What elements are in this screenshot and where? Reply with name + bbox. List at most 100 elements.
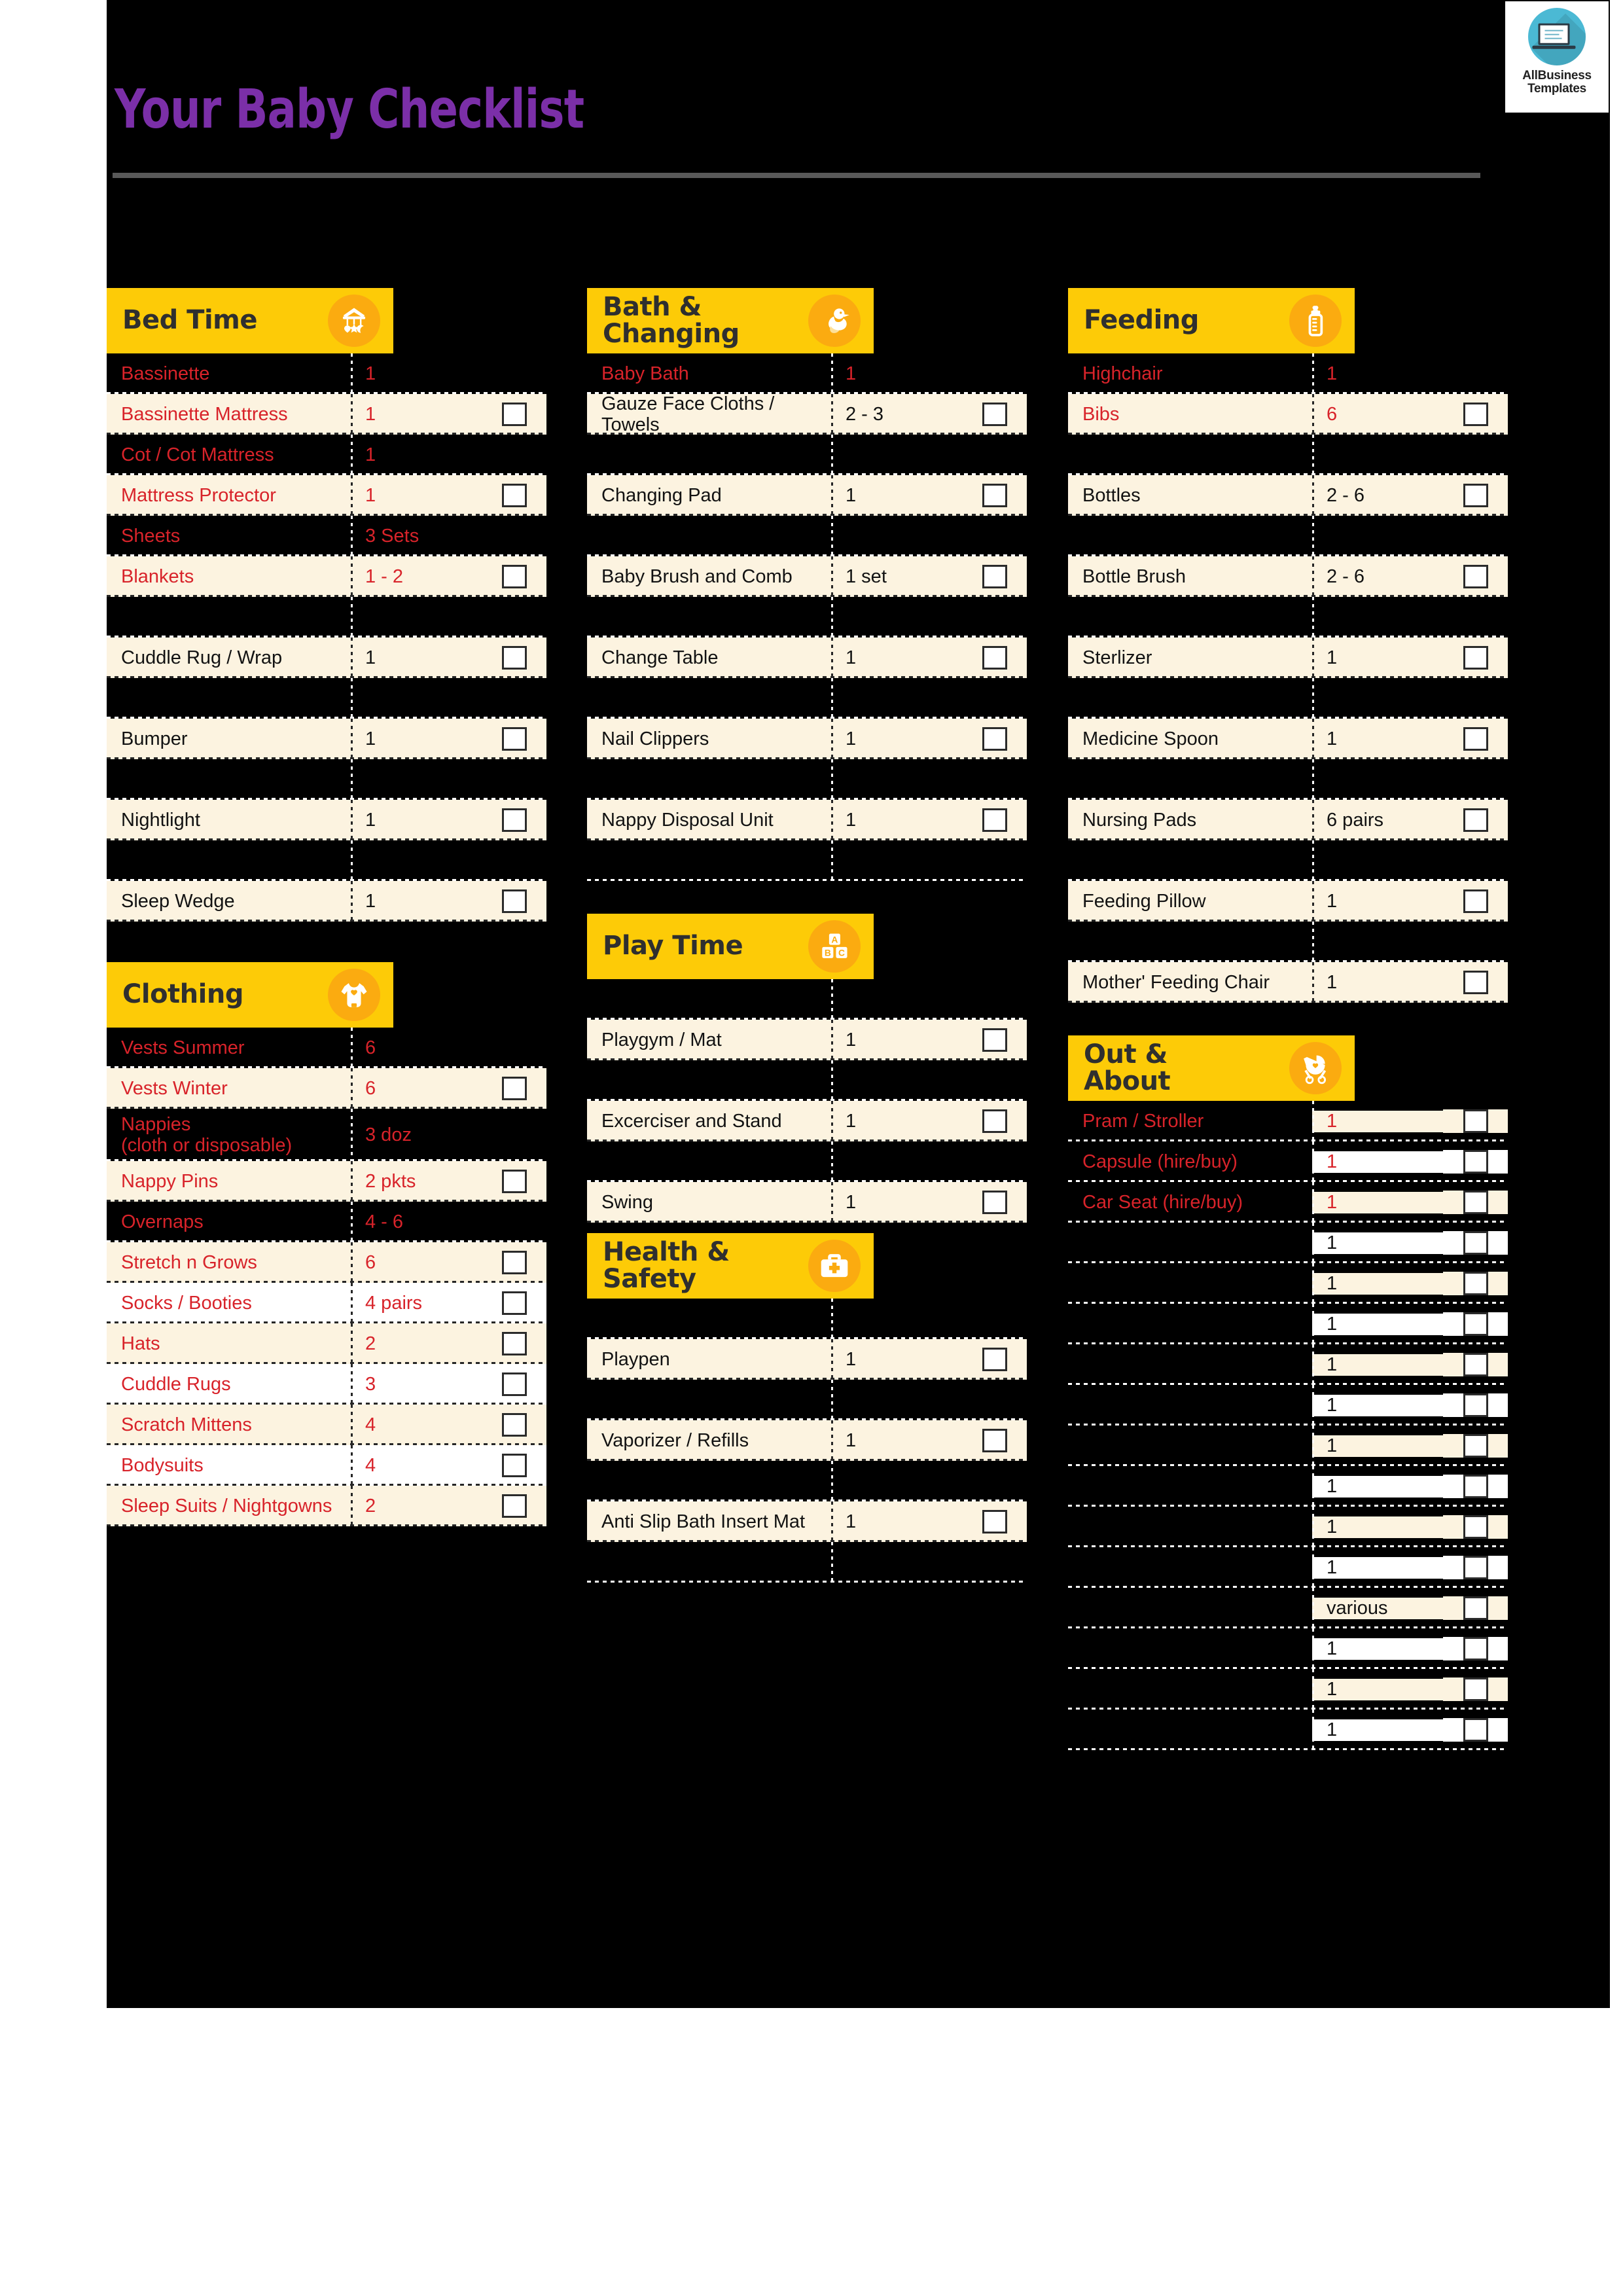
item-checkbox[interactable]	[501, 808, 527, 832]
item-label: Highchair	[1082, 363, 1163, 384]
item-checkbox[interactable]	[501, 1170, 527, 1193]
item-label: Changing Pad	[601, 484, 722, 506]
column-divider	[351, 1068, 353, 1109]
column-divider	[351, 840, 353, 881]
item-checkbox[interactable]	[501, 1332, 527, 1355]
item-quantity: 1	[846, 484, 857, 506]
item-checkbox[interactable]	[1463, 1272, 1488, 1295]
checkbox-cell	[962, 1429, 1027, 1452]
item-label: Bottle Brush	[1082, 565, 1186, 587]
checklist-row	[587, 979, 1027, 1020]
item-checkbox[interactable]	[1463, 1677, 1488, 1701]
column-middle: Bath & Changing Baby Bath 1 Gauze Face Clot…	[587, 288, 1027, 1583]
checklist-row: 1	[1068, 1344, 1508, 1385]
item-checkbox[interactable]	[501, 1251, 527, 1274]
item-checkbox[interactable]	[982, 727, 1007, 751]
checklist-row: Nappy Disposal Unit 1	[587, 800, 1027, 840]
checklist-row	[107, 678, 546, 719]
item-checkbox[interactable]	[501, 403, 527, 426]
item-checkbox[interactable]	[501, 1413, 527, 1437]
item-checkbox[interactable]	[982, 1429, 1007, 1452]
item-checkbox[interactable]	[1463, 1434, 1488, 1458]
item-checkbox[interactable]	[982, 808, 1007, 832]
checklist-row: Swing 1	[587, 1182, 1027, 1223]
item-label: Change Table	[601, 647, 719, 668]
checklist-row	[587, 1380, 1027, 1420]
checkbox-cell	[1443, 1677, 1508, 1701]
item-label: Sleep Wedge	[121, 890, 235, 912]
item-quantity: 1	[1312, 1272, 1443, 1295]
column-divider	[831, 1339, 833, 1380]
item-checkbox[interactable]	[1463, 971, 1488, 994]
column-left: Bed Time Bassinette 1 Bassinette Mattress 1…	[107, 288, 546, 1526]
item-quantity: 1	[846, 647, 857, 668]
item-checkbox[interactable]	[982, 646, 1007, 670]
item-checkbox[interactable]	[1463, 484, 1488, 507]
section-title: Health & Safety	[603, 1236, 730, 1294]
item-checkbox[interactable]	[1463, 1596, 1488, 1620]
checklist-row: Cot / Cot Mattress 1	[107, 435, 546, 475]
item-checkbox[interactable]	[982, 1191, 1007, 1214]
column-divider	[1312, 719, 1314, 759]
item-checkbox[interactable]	[982, 484, 1007, 507]
column-divider	[351, 637, 353, 678]
item-checkbox[interactable]	[1463, 1231, 1488, 1255]
item-checkbox[interactable]	[982, 403, 1007, 426]
item-checkbox[interactable]	[982, 565, 1007, 588]
item-checkbox[interactable]	[501, 484, 527, 507]
item-label: Excerciser and Stand	[601, 1110, 782, 1132]
item-label: Nappies (cloth or disposable)	[121, 1113, 293, 1156]
item-checkbox[interactable]	[501, 1291, 527, 1315]
column-divider	[831, 1182, 833, 1223]
item-checkbox[interactable]	[1463, 646, 1488, 670]
item-label: Hats	[121, 1333, 160, 1354]
item-checkbox[interactable]	[1463, 1393, 1488, 1417]
item-quantity: 6	[365, 1251, 376, 1273]
item-checkbox[interactable]	[1463, 1637, 1488, 1660]
item-checkbox[interactable]	[1463, 1515, 1488, 1539]
item-checkbox[interactable]	[1463, 808, 1488, 832]
checkbox-cell	[1443, 1191, 1508, 1214]
item-checkbox[interactable]	[501, 889, 527, 913]
item-checkbox[interactable]	[1463, 1191, 1488, 1214]
item-checkbox[interactable]	[1463, 1150, 1488, 1174]
item-checkbox[interactable]	[1463, 1718, 1488, 1742]
item-label: Vaporizer / Refills	[601, 1429, 749, 1451]
column-divider	[1312, 475, 1314, 516]
item-checkbox[interactable]	[982, 1028, 1007, 1052]
checkbox-cell	[482, 646, 546, 670]
item-quantity: 1	[846, 1511, 857, 1532]
checkbox-cell	[1443, 1353, 1508, 1376]
column-divider	[831, 979, 833, 1020]
item-quantity: 3	[365, 1373, 376, 1395]
item-checkbox[interactable]	[501, 646, 527, 670]
checkbox-cell	[1443, 1515, 1508, 1539]
checklist-row: Socks / Booties 4 pairs	[107, 1283, 546, 1323]
item-checkbox[interactable]	[1463, 403, 1488, 426]
item-checkbox[interactable]	[501, 1077, 527, 1100]
item-checkbox[interactable]	[501, 565, 527, 588]
item-checkbox[interactable]	[1463, 889, 1488, 913]
column-divider	[351, 394, 353, 435]
item-checkbox[interactable]	[982, 1510, 1007, 1534]
item-checkbox[interactable]	[501, 727, 527, 751]
item-checkbox[interactable]	[501, 1454, 527, 1477]
item-checkbox[interactable]	[1463, 1109, 1488, 1133]
logo-line-1: AllBusiness	[1522, 69, 1592, 82]
checkbox-cell	[962, 1348, 1027, 1371]
item-checkbox[interactable]	[1463, 1353, 1488, 1376]
item-quantity: 1	[1327, 971, 1338, 993]
item-checkbox[interactable]	[982, 1109, 1007, 1133]
item-checkbox[interactable]	[1463, 565, 1488, 588]
checkbox-cell	[1443, 889, 1508, 913]
item-checkbox[interactable]	[1463, 727, 1488, 751]
item-checkbox[interactable]	[1463, 1475, 1488, 1498]
item-checkbox[interactable]	[501, 1372, 527, 1396]
item-checkbox[interactable]	[1463, 1556, 1488, 1579]
section-title: Clothing	[122, 979, 243, 1010]
checklist-row	[587, 759, 1027, 800]
item-checkbox[interactable]	[501, 1494, 527, 1518]
item-checkbox[interactable]	[982, 1348, 1007, 1371]
item-checkbox[interactable]	[1463, 1312, 1488, 1336]
checklist-row: various	[1068, 1588, 1508, 1628]
